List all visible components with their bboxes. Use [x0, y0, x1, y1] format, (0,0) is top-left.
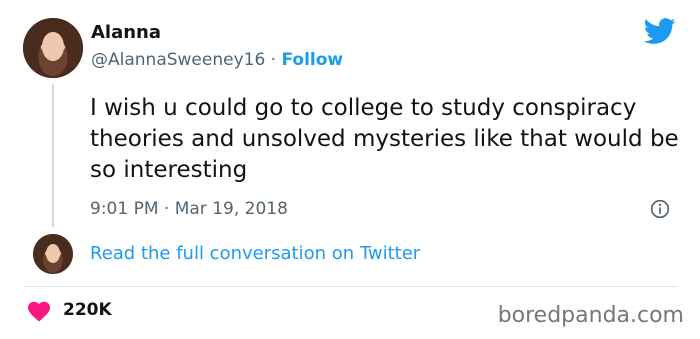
thread-line: [52, 84, 54, 227]
twitter-bird-icon[interactable]: [642, 15, 678, 47]
divider: [23, 286, 678, 287]
follow-button[interactable]: Follow: [282, 50, 344, 70]
info-icon[interactable]: [650, 199, 670, 219]
tweet-text: I wish u could go to college to study co…: [90, 95, 679, 183]
avatar-face: [42, 32, 64, 62]
conversation-avatar[interactable]: [33, 234, 73, 274]
author-handle[interactable]: @AlannaSweeney16: [91, 50, 265, 70]
avatar-face: [45, 243, 61, 263]
read-conversation-link[interactable]: Read the full conversation on Twitter: [90, 243, 420, 264]
tweet-timestamp[interactable]: 9:01 PM · Mar 19, 2018: [90, 199, 288, 219]
handle-separator: ·: [265, 50, 282, 70]
author-name[interactable]: Alanna: [91, 22, 161, 43]
author-avatar[interactable]: [23, 18, 83, 78]
heart-icon[interactable]: [27, 300, 51, 322]
author-handle-row: @AlannaSweeney16 · Follow: [91, 50, 343, 70]
like-count: 220K: [63, 300, 112, 320]
watermark: boredpanda.com: [497, 303, 684, 328]
